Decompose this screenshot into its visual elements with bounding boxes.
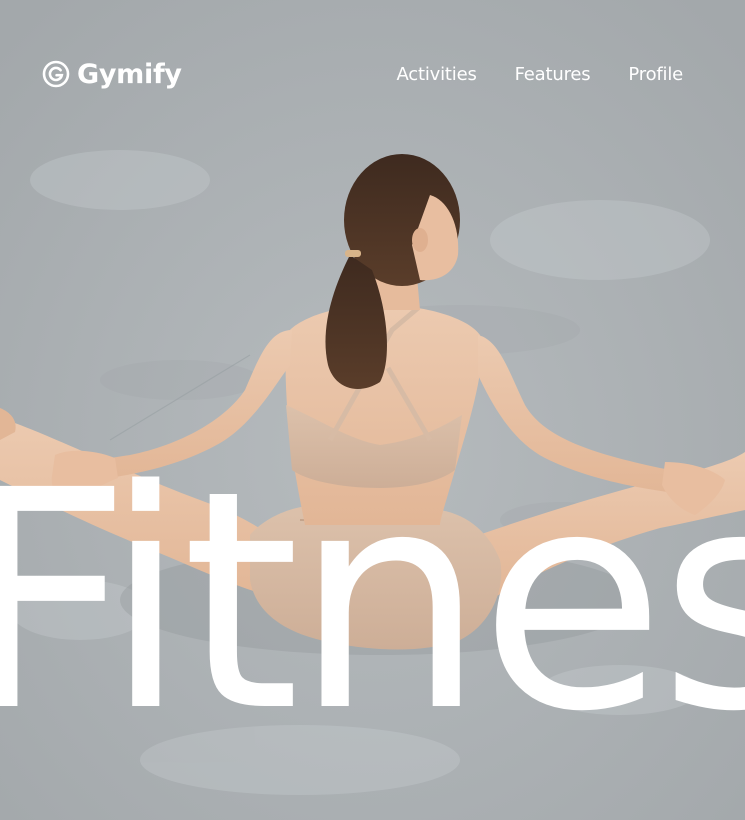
- nav-link-profile[interactable]: Profile: [628, 66, 683, 84]
- brand-logo[interactable]: Gymify: [42, 60, 182, 88]
- brand-name: Gymify: [77, 58, 182, 90]
- hero-headline: Fitness: [0, 427, 745, 778]
- nav-link-features[interactable]: Features: [515, 66, 591, 84]
- nav-link-activities[interactable]: Activities: [397, 66, 477, 84]
- hero-section: Gymify Activities Features Profile Fitne…: [0, 0, 745, 820]
- top-navigation: Gymify Activities Features Profile: [0, 0, 745, 150]
- g-circle-logo-icon: [42, 60, 70, 88]
- nav-menu: Activities Features Profile: [397, 66, 684, 84]
